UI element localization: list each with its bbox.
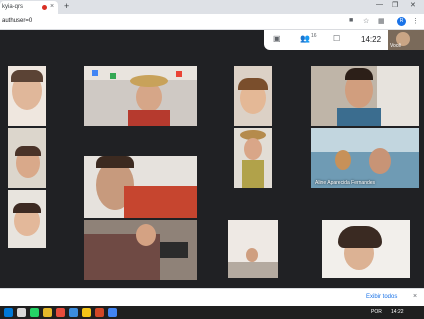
maximize-button[interactable]: ❐ <box>392 1 398 9</box>
device-screen <box>160 242 188 258</box>
participant-hair <box>345 68 373 80</box>
participant-face <box>244 138 262 160</box>
video-tile[interactable] <box>228 220 278 278</box>
participant-count: 16 <box>311 33 317 39</box>
participant-hair <box>11 70 43 82</box>
participant-hair <box>15 146 41 156</box>
app-icon[interactable] <box>69 308 78 317</box>
straw-hat <box>130 75 168 87</box>
minimize-button[interactable]: — <box>376 1 383 8</box>
file-explorer-icon[interactable] <box>43 308 52 317</box>
layout-icon[interactable]: ▣ <box>273 34 281 43</box>
windows-taskbar: POR 14:22 <box>0 306 424 319</box>
star-icon[interactable]: ☆ <box>363 17 369 25</box>
app-icon[interactable] <box>56 308 65 317</box>
plaid-shirt <box>124 186 197 218</box>
start-icon[interactable] <box>4 308 13 317</box>
flag-decoration <box>92 70 98 76</box>
participant-face <box>246 248 258 262</box>
taskbar-clock[interactable]: 14:22 <box>391 309 404 315</box>
download-bar-close-icon[interactable]: × <box>413 293 417 300</box>
poster-background <box>311 128 419 152</box>
table-surface <box>228 262 278 278</box>
participant-hair <box>338 226 382 248</box>
participant-face <box>136 224 156 246</box>
camera-icon[interactable]: ■ <box>349 17 353 24</box>
participant-shirt <box>337 108 381 126</box>
app-icon[interactable] <box>95 308 104 317</box>
participant-shirt <box>242 160 264 188</box>
browser-tab[interactable]: kyia-qrs × <box>0 1 58 14</box>
whatsapp-icon[interactable] <box>30 308 39 317</box>
browser-tab-strip: kyia-qrs × + — ❐ ✕ <box>0 0 424 14</box>
app-icon[interactable] <box>82 308 91 317</box>
close-window-button[interactable]: ✕ <box>410 1 416 9</box>
video-tile[interactable] <box>84 66 197 126</box>
video-tile[interactable] <box>8 66 46 126</box>
new-tab-button[interactable]: + <box>64 1 69 11</box>
video-tile[interactable] <box>8 190 46 248</box>
chat-icon[interactable]: ☐ <box>333 34 340 43</box>
search-icon[interactable] <box>17 308 26 317</box>
video-tile[interactable]: Aline Aparecida Fernandes <box>311 128 419 188</box>
tab-close-icon[interactable]: × <box>50 3 54 10</box>
flag-decoration <box>176 71 182 77</box>
decoration <box>335 150 351 170</box>
language-indicator[interactable]: POR <box>371 309 382 315</box>
extension-icon[interactable]: ▦ <box>378 17 385 25</box>
participant-face <box>369 148 391 174</box>
meet-call-area: ▣ 👥 16 ☐ 14:22 Você Aline Aparecida Fern… <box>0 30 424 306</box>
flag-decoration <box>110 73 116 79</box>
video-tile[interactable] <box>322 220 410 278</box>
video-tile[interactable] <box>8 128 46 188</box>
self-view-tile[interactable]: Você <box>388 30 424 50</box>
tab-title: kyia-qrs <box>2 4 24 10</box>
chrome-icon[interactable] <box>108 308 117 317</box>
participant-shirt <box>128 110 170 126</box>
participant-name-label: Aline Aparecida Fernandes <box>315 180 376 186</box>
participants-icon[interactable]: 👥 <box>300 34 310 43</box>
video-tile[interactable] <box>234 128 272 188</box>
meeting-clock: 14:22 <box>361 35 382 44</box>
video-tile[interactable] <box>234 66 272 126</box>
show-all-downloads-button[interactable]: Exibir todos <box>366 294 397 300</box>
menu-icon[interactable]: ⋮ <box>412 17 419 25</box>
recording-indicator-icon <box>42 5 47 10</box>
address-bar: authuser=0 ■ ☆ ▦ R ⋮ <box>0 14 424 30</box>
video-tile[interactable] <box>84 220 197 280</box>
video-tile[interactable] <box>84 156 197 218</box>
window-background <box>377 66 419 126</box>
url-field[interactable]: authuser=0 <box>2 18 32 24</box>
profile-avatar[interactable]: R <box>397 17 406 26</box>
video-tile[interactable] <box>311 66 419 126</box>
participant-hair <box>96 156 134 168</box>
participant-hair <box>13 203 41 213</box>
download-bar: Exibir todos × <box>0 288 424 306</box>
self-label: Você <box>390 43 402 49</box>
participant-hair <box>238 78 268 90</box>
